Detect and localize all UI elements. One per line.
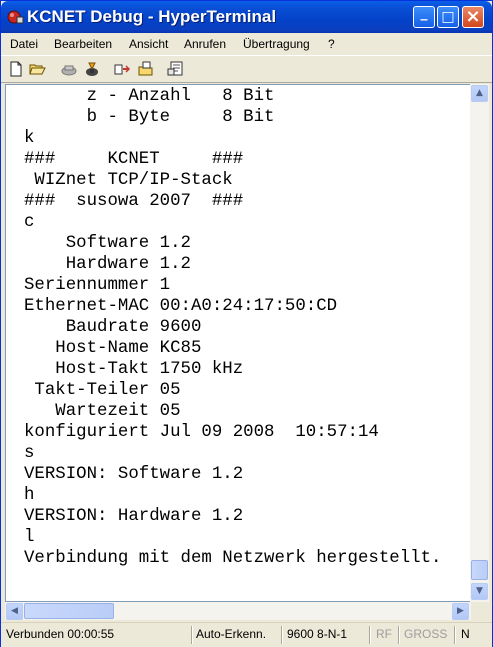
maximize-icon: □ bbox=[441, 9, 455, 25]
minimize-button[interactable]: _ bbox=[413, 6, 435, 28]
arrow-left-icon: ◀ bbox=[11, 606, 18, 616]
toolbar bbox=[1, 55, 492, 83]
scroll-up-button[interactable]: ▲ bbox=[471, 85, 488, 102]
minimize-icon: _ bbox=[420, 5, 428, 21]
receive-icon[interactable] bbox=[137, 60, 155, 78]
menu-ansicht[interactable]: Ansicht bbox=[129, 37, 168, 51]
status-caps: GROSS bbox=[404, 627, 448, 641]
terminal-line: Verbindung mit dem Netzwerk hergestellt. bbox=[24, 549, 442, 568]
terminal-line: Ethernet-MAC 00:A0:24:17:50:CD bbox=[24, 297, 338, 316]
terminal-line: Seriennummer 1 bbox=[24, 276, 171, 295]
terminal-output[interactable]: z - Anzahl 8 Bit b - Byte 8 Bit k ### KC… bbox=[5, 84, 472, 602]
window-title: KCNET Debug - HyperTerminal bbox=[27, 7, 277, 26]
scroll-left-button[interactable]: ◀ bbox=[6, 603, 23, 620]
terminal-line: ### susowa 2007 ### bbox=[24, 192, 244, 211]
menu-bar: Datei Bearbeiten Ansicht Anrufen Übertra… bbox=[1, 33, 492, 54]
menu-help[interactable]: ? bbox=[328, 37, 335, 51]
terminal-line: z - Anzahl 8 Bit bbox=[24, 87, 275, 106]
horizontal-scroll-thumb[interactable] bbox=[24, 603, 114, 619]
terminal-line: konfiguriert Jul 09 2008 10:57:14 bbox=[24, 423, 379, 442]
arrow-down-icon: ▼ bbox=[476, 586, 483, 596]
terminal-line: VERSION: Software 1.2 bbox=[24, 465, 244, 484]
vertical-scroll-thumb[interactable] bbox=[471, 560, 488, 580]
terminal-line: h bbox=[24, 486, 35, 505]
status-rf: RF bbox=[376, 627, 392, 641]
maximize-button[interactable]: □ bbox=[437, 6, 459, 28]
terminal-line: VERSION: Hardware 1.2 bbox=[24, 507, 244, 526]
hyperterminal-window: KCNET Debug - HyperTerminal _ □ × Datei … bbox=[0, 0, 493, 647]
status-bar: Verbunden 00:00:55 Auto-Erkenn. 9600 8-N… bbox=[1, 622, 492, 647]
arrow-right-icon: ▶ bbox=[457, 606, 464, 616]
terminal-line: Hardware 1.2 bbox=[24, 255, 191, 274]
vertical-scrollbar[interactable]: ▲ ▼ bbox=[470, 84, 489, 602]
scroll-down-button[interactable]: ▼ bbox=[471, 583, 488, 600]
status-num: N bbox=[461, 627, 470, 641]
properties-icon[interactable] bbox=[167, 60, 185, 78]
terminal-line: ### KCNET ### bbox=[24, 150, 244, 169]
arrow-up-icon: ▲ bbox=[476, 88, 483, 98]
connect-icon[interactable] bbox=[83, 60, 101, 78]
menu-datei[interactable]: Datei bbox=[10, 37, 38, 51]
scroll-right-button[interactable]: ▶ bbox=[452, 603, 469, 620]
menu-uebertragung[interactable]: Übertragung bbox=[243, 37, 310, 51]
terminal-line: Software 1.2 bbox=[24, 234, 191, 253]
terminal-line: s bbox=[24, 444, 35, 463]
terminal-line: Host-Name KC85 bbox=[24, 339, 202, 358]
terminal-line: WIZnet TCP/IP-Stack bbox=[24, 171, 233, 190]
terminal-line: Wartezeit 05 bbox=[24, 402, 181, 421]
status-auto-detect: Auto-Erkenn. bbox=[196, 627, 267, 641]
terminal-line: Takt-Teiler 05 bbox=[24, 381, 181, 400]
open-icon[interactable] bbox=[29, 60, 47, 78]
status-port-settings: 9600 8-N-1 bbox=[287, 627, 348, 641]
status-connection: Verbunden 00:00:55 bbox=[6, 627, 115, 641]
close-button[interactable]: × bbox=[462, 6, 484, 28]
terminal-line: k bbox=[24, 129, 35, 148]
terminal-line: Baudrate 9600 bbox=[24, 318, 202, 337]
terminal-line: c bbox=[24, 213, 35, 232]
title-bar[interactable]: KCNET Debug - HyperTerminal _ □ × bbox=[1, 1, 492, 33]
menu-bearbeiten[interactable]: Bearbeiten bbox=[54, 37, 112, 51]
terminal-line: Host-Takt 1750 kHz bbox=[24, 360, 244, 379]
menu-anrufen[interactable]: Anrufen bbox=[184, 37, 226, 51]
new-icon[interactable] bbox=[7, 60, 25, 78]
disconnect-icon[interactable] bbox=[60, 60, 78, 78]
close-icon: × bbox=[465, 6, 481, 27]
terminal-line: b - Byte 8 Bit bbox=[24, 108, 275, 127]
horizontal-scrollbar[interactable]: ◀ ▶ bbox=[5, 602, 471, 620]
hyperterminal-app-icon[interactable] bbox=[6, 8, 24, 26]
send-icon[interactable] bbox=[113, 60, 131, 78]
terminal-line: l bbox=[24, 528, 35, 547]
